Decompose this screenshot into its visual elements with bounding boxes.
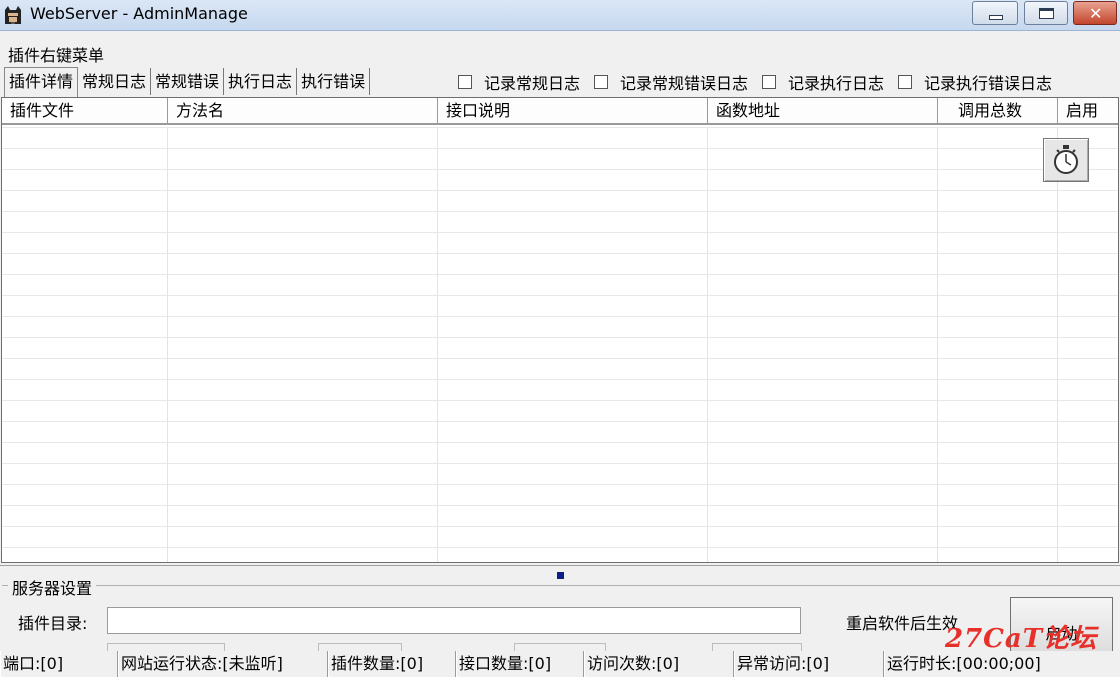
batman-icon xyxy=(5,6,21,24)
column-header-method-name[interactable]: 方法名 xyxy=(168,98,438,125)
checkbox-box[interactable] xyxy=(594,75,609,89)
column-header-call-count[interactable]: 调用总数 xyxy=(938,98,1058,125)
column-header-plugin-file[interactable]: 插件文件 xyxy=(2,98,168,125)
table-header: 插件文件 方法名 接口说明 函数地址 调用总数 启用 xyxy=(2,98,1118,125)
checkbox-label: 记录执行错误日志 xyxy=(924,74,1053,93)
status-plugin-count: 插件数量:[0] xyxy=(328,651,456,677)
window-title: WebServer - AdminManage xyxy=(30,4,248,23)
maximize-icon xyxy=(1039,8,1054,19)
checkbox-box[interactable] xyxy=(762,75,777,89)
checkbox-box[interactable] xyxy=(458,75,472,89)
watermark: 27CaT论坛 xyxy=(945,624,1098,654)
tab-general-log[interactable]: 常规日志 xyxy=(78,68,152,95)
plugin-dir-label: 插件目录: xyxy=(18,614,88,633)
column-header-enabled[interactable]: 启用 xyxy=(1058,98,1118,125)
plugin-dir-input[interactable] xyxy=(107,607,801,634)
tab-plugin-details[interactable]: 插件详情 xyxy=(4,66,79,97)
log-options: 记录常规日志 记录常规错误日志 记录执行日志 记录执行错误日志 xyxy=(458,70,1066,94)
checkbox-box[interactable] xyxy=(898,75,913,89)
timer-button[interactable] xyxy=(1043,138,1089,182)
status-site-state: 网站运行状态:[未监听] xyxy=(118,651,328,677)
record-exec-error-log-checkbox[interactable]: 记录执行错误日志 xyxy=(898,70,1052,94)
plugin-context-menu-label[interactable]: 插件右键菜单 xyxy=(8,42,104,66)
checkbox-label: 记录执行日志 xyxy=(788,74,885,93)
checkbox-label: 记录常规错误日志 xyxy=(620,74,749,93)
minimize-icon xyxy=(989,15,1003,20)
record-general-error-log-checkbox[interactable]: 记录常规错误日志 xyxy=(594,70,748,94)
close-icon: ✕ xyxy=(1089,4,1103,23)
status-port: 端口:[0] xyxy=(0,651,118,677)
stopwatch-icon xyxy=(1054,145,1078,174)
record-exec-log-checkbox[interactable]: 记录执行日志 xyxy=(762,70,884,94)
hidden-field[interactable] xyxy=(107,643,225,651)
tab-exec-error[interactable]: 执行错误 xyxy=(297,68,371,95)
table-body[interactable] xyxy=(2,127,1118,562)
plugin-table[interactable]: 插件文件 方法名 接口说明 函数地址 调用总数 启用 xyxy=(1,97,1119,563)
hidden-field[interactable] xyxy=(318,643,402,651)
record-general-log-checkbox[interactable]: 记录常规日志 xyxy=(458,70,580,94)
server-settings-title: 服务器设置 xyxy=(8,575,97,599)
restart-note: 重启软件后生效 xyxy=(846,614,959,633)
splitter[interactable] xyxy=(0,565,1120,571)
status-interface-count: 接口数量:[0] xyxy=(456,651,584,677)
column-header-function-address[interactable]: 函数地址 xyxy=(708,98,938,125)
checkbox-label: 记录常规日志 xyxy=(484,74,581,93)
splitter-handle[interactable] xyxy=(557,572,564,579)
title-bar[interactable]: WebServer - AdminManage ✕ xyxy=(0,0,1120,31)
hidden-field[interactable] xyxy=(712,643,802,651)
tab-exec-log[interactable]: 执行日志 xyxy=(224,68,298,95)
maximize-button[interactable] xyxy=(1024,1,1068,25)
status-visit-count: 访问次数:[0] xyxy=(584,651,734,677)
minimize-button[interactable] xyxy=(972,1,1018,25)
column-header-interface-desc[interactable]: 接口说明 xyxy=(438,98,708,125)
status-abnormal-visits: 异常访问:[0] xyxy=(734,651,884,677)
tab-general-error[interactable]: 常规错误 xyxy=(151,68,225,95)
tab-bar: 插件详情 常规日志 常规错误 执行日志 执行错误 xyxy=(4,66,371,97)
close-button[interactable]: ✕ xyxy=(1073,1,1117,25)
hidden-field[interactable] xyxy=(514,643,606,651)
